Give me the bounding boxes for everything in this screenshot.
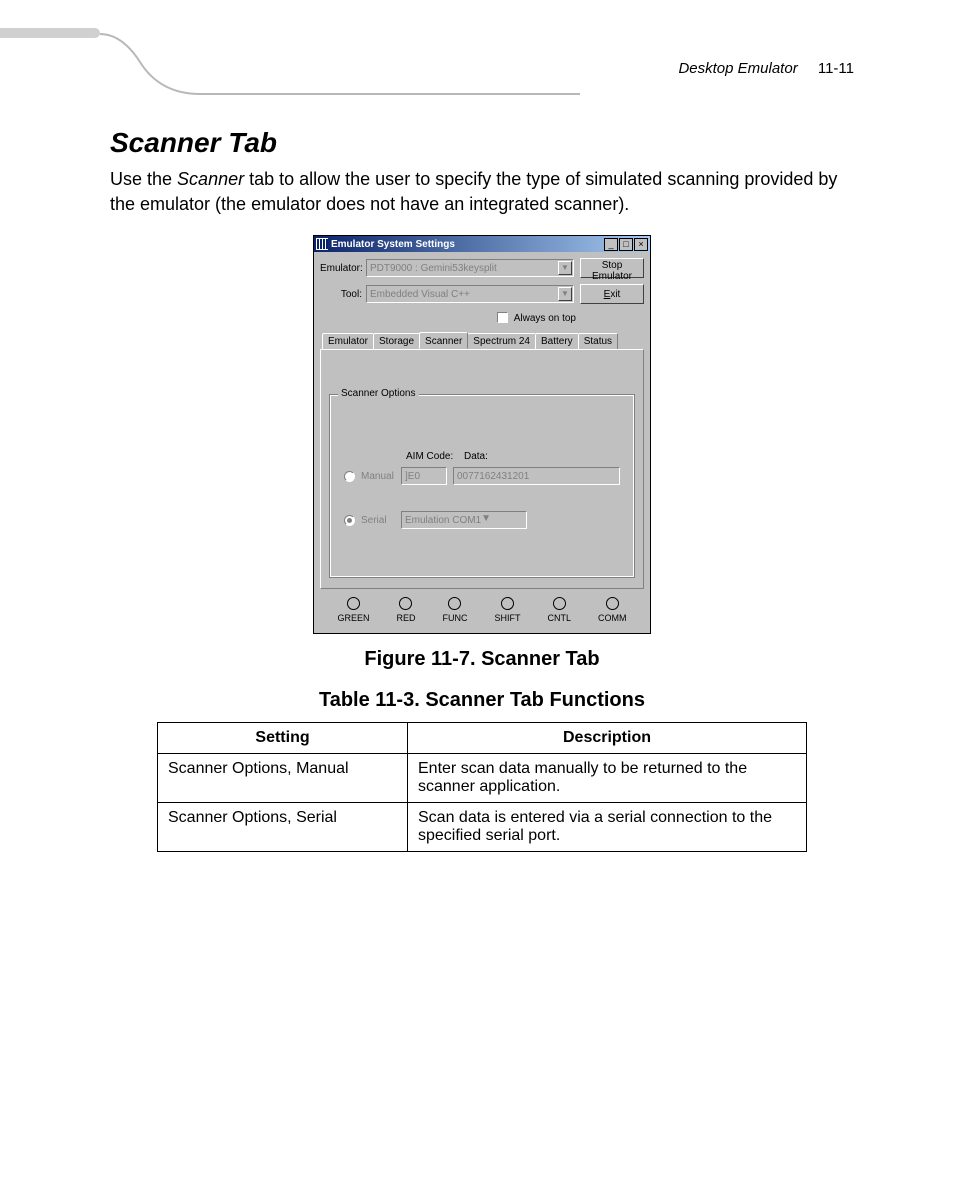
window-body: Emulator: PDT9000 : Gemini53keysplit ▼ S… [314,252,650,633]
minimize-button[interactable]: _ [604,238,618,251]
figure-wrap: Emulator System Settings _ □ × Emulator:… [110,235,854,634]
led-label: SHIFT [494,613,520,623]
window-buttons: _ □ × [604,238,648,251]
exit-button-rest: xit [610,289,620,300]
cell-description: Enter scan data manually to be returned … [408,754,807,803]
chevron-down-icon: ▼ [481,513,491,527]
led-label: CNTL [547,613,571,623]
section-intro: Use the Scanner tab to allow the user to… [110,167,854,217]
tab-storage[interactable]: Storage [373,333,420,350]
tab-scanner[interactable]: Scanner [419,332,468,349]
intro-pre: Use the [110,169,177,189]
scanner-options-group: Scanner Options AIM Code: Data: Manual ]… [329,394,635,578]
led-shift: SHIFT [494,597,520,623]
aim-code-value: ]E0 [405,471,420,482]
led-dot-icon [399,597,412,610]
doc-title: Desktop Emulator [678,60,797,77]
functions-table: Setting Description Scanner Options, Man… [157,722,807,852]
serial-port-value: Emulation COM1 [405,515,481,526]
page-number: 11-11 [818,60,854,77]
window-title: Emulator System Settings [331,239,604,250]
tab-panel-scanner: Scanner Options AIM Code: Data: Manual ]… [320,349,644,589]
aim-code-label: AIM Code: [406,451,454,462]
serial-option-row: Serial Emulation COM1 ▼ [344,511,620,529]
led-cntl: CNTL [547,597,571,623]
serial-port-select[interactable]: Emulation COM1 ▼ [401,511,527,529]
maximize-button[interactable]: □ [619,238,633,251]
table-caption: Table 11-3. Scanner Tab Functions [110,689,854,712]
exit-button[interactable]: Exit [580,284,644,304]
tool-row: Tool: Embedded Visual C++ ▼ Exit [320,284,644,304]
emulator-select[interactable]: PDT9000 : Gemini53keysplit ▼ [366,259,574,277]
manual-option-row: Manual ]E0 0077162431201 [344,467,620,485]
table-header-row: Setting Description [158,723,807,754]
led-dot-icon [501,597,514,610]
tab-spectrum24[interactable]: Spectrum 24 [467,333,536,350]
cell-setting: Scanner Options, Serial [158,803,408,852]
section-title: Scanner Tab [110,127,854,159]
emulator-window: Emulator System Settings _ □ × Emulator:… [313,235,651,634]
emulator-select-value: PDT9000 : Gemini53keysplit [370,263,497,274]
serial-label: Serial [361,515,401,526]
led-dot-icon [448,597,461,610]
aim-code-input[interactable]: ]E0 [401,467,447,485]
serial-radio[interactable] [344,515,355,526]
intro-em: Scanner [177,169,244,189]
tab-battery[interactable]: Battery [535,333,579,350]
close-button[interactable]: × [634,238,648,251]
emulator-row: Emulator: PDT9000 : Gemini53keysplit ▼ S… [320,258,644,278]
led-green: GREEN [337,597,369,623]
tool-select[interactable]: Embedded Visual C++ ▼ [366,285,574,303]
chevron-down-icon: ▼ [558,261,572,275]
tab-strip: Emulator Storage Scanner Spectrum 24 Bat… [320,332,644,349]
tool-label: Tool: [320,289,366,300]
led-comm: COMM [598,597,627,623]
chevron-down-icon: ▼ [558,287,572,301]
always-on-top-row: Always on top [320,310,644,330]
header-decoration-curve [100,32,580,102]
led-dot-icon [347,597,360,610]
led-row: GREEN RED FUNC SHIFT CNTL COMM [320,589,644,625]
figure-caption: Figure 11-7. Scanner Tab [110,648,854,671]
always-on-top-checkbox[interactable] [497,312,508,323]
table-row: Scanner Options, Manual Enter scan data … [158,754,807,803]
led-label: RED [396,613,415,623]
cell-description: Scan data is entered via a serial connec… [408,803,807,852]
led-dot-icon [606,597,619,610]
scanner-options-legend: Scanner Options [338,388,419,399]
data-value: 0077162431201 [457,471,529,482]
led-red: RED [396,597,415,623]
manual-label: Manual [361,471,401,482]
titlebar[interactable]: Emulator System Settings _ □ × [314,236,650,252]
cell-setting: Scanner Options, Manual [158,754,408,803]
header-decoration-bar [0,28,100,38]
th-setting: Setting [158,723,408,754]
led-func: FUNC [442,597,467,623]
data-input[interactable]: 0077162431201 [453,467,620,485]
stop-emulator-button[interactable]: Stop Emulator [580,258,644,278]
table-row: Scanner Options, Serial Scan data is ent… [158,803,807,852]
data-label: Data: [464,451,488,462]
page: Desktop Emulator 11-11 Scanner Tab Use t… [0,0,954,1202]
emulator-label: Emulator: [320,263,366,274]
led-label: COMM [598,613,627,623]
tab-emulator[interactable]: Emulator [322,333,374,350]
app-icon [316,238,328,250]
tab-status[interactable]: Status [578,333,618,350]
field-header-row: AIM Code: Data: [406,451,488,462]
led-label: FUNC [442,613,467,623]
th-description: Description [408,723,807,754]
always-on-top-label: Always on top [514,313,576,324]
led-dot-icon [553,597,566,610]
tool-select-value: Embedded Visual C++ [370,289,470,300]
manual-radio[interactable] [344,471,355,482]
led-label: GREEN [337,613,369,623]
